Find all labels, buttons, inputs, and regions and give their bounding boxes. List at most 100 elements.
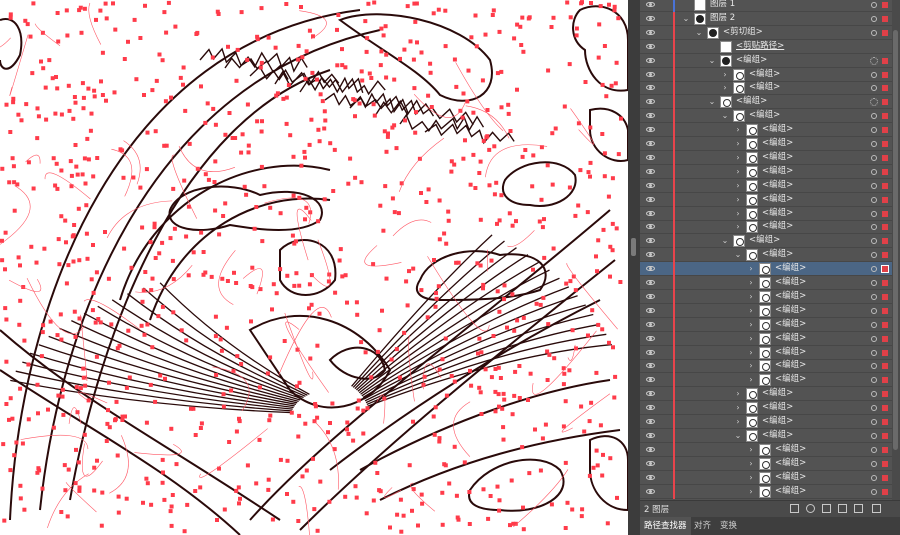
selection-square[interactable]	[882, 293, 888, 300]
target-icon[interactable]	[871, 71, 877, 78]
selection-square[interactable]	[882, 154, 888, 161]
target-icon[interactable]	[871, 280, 877, 286]
visibility-eye-icon[interactable]	[646, 210, 655, 216]
chevron-right-icon[interactable]: ›	[747, 459, 755, 468]
selection-square[interactable]	[882, 141, 888, 147]
selection-square[interactable]	[882, 99, 888, 106]
clipping-mask-icon[interactable]	[822, 504, 831, 513]
layer-row[interactable]: › <编组>	[640, 262, 900, 277]
selection-square[interactable]	[882, 405, 888, 412]
layer-name[interactable]: <编组>	[762, 387, 793, 400]
target-icon[interactable]	[871, 266, 877, 273]
layer-row[interactable]: › <编组>	[640, 123, 900, 138]
chevron-right-icon[interactable]: ›	[747, 278, 755, 287]
selection-square[interactable]	[882, 196, 888, 203]
visibility-eye-icon[interactable]	[646, 252, 655, 258]
layer-name[interactable]: <编组>	[736, 54, 767, 67]
layer-name[interactable]: <编组>	[775, 359, 806, 372]
target-icon[interactable]	[871, 127, 877, 134]
layer-row[interactable]: › <编组>	[640, 150, 900, 165]
visibility-eye-icon[interactable]	[646, 2, 655, 7]
layer-row[interactable]: › <编组>	[640, 345, 900, 360]
layer-name[interactable]: <编组>	[762, 401, 793, 414]
target-icon[interactable]	[871, 446, 877, 453]
layer-name[interactable]: <编组>	[762, 429, 793, 442]
visibility-eye-icon[interactable]	[646, 154, 655, 160]
layer-row[interactable]: › <编组>	[640, 470, 900, 485]
layer-name[interactable]: <编组>	[762, 207, 793, 220]
target-icon[interactable]	[871, 15, 877, 22]
chevron-right-icon[interactable]: ›	[734, 167, 742, 176]
layer-name[interactable]: <编组>	[775, 262, 806, 275]
layer-row[interactable]: › <编组>	[640, 359, 900, 374]
layer-row[interactable]: › <编组>	[640, 220, 900, 235]
selection-square[interactable]	[882, 210, 888, 217]
visibility-eye-icon[interactable]	[646, 85, 655, 91]
chevron-down-icon[interactable]: ⌄	[734, 431, 742, 440]
selection-square[interactable]	[882, 349, 888, 356]
selection-square[interactable]	[882, 280, 888, 286]
visibility-eye-icon[interactable]	[646, 43, 655, 49]
target-icon[interactable]	[870, 98, 878, 107]
chevron-right-icon[interactable]: ›	[734, 125, 742, 134]
target-icon[interactable]	[871, 377, 877, 384]
layer-name[interactable]: <编组>	[775, 471, 806, 484]
visibility-eye-icon[interactable]	[646, 15, 655, 21]
selection-square[interactable]	[882, 460, 888, 467]
visibility-eye-icon[interactable]	[646, 432, 655, 438]
selection-square[interactable]	[882, 488, 888, 495]
selection-square[interactable]	[882, 363, 888, 370]
chevron-right-icon[interactable]: ›	[734, 195, 742, 204]
chevron-right-icon[interactable]: ›	[747, 375, 755, 384]
visibility-eye-icon[interactable]	[646, 141, 655, 146]
visibility-eye-icon[interactable]	[646, 182, 655, 188]
layer-row[interactable]: ⌄ <编组>	[640, 95, 900, 110]
selection-square[interactable]	[882, 238, 888, 245]
layer-row[interactable]: › <编组>	[640, 178, 900, 193]
target-icon[interactable]	[871, 474, 877, 481]
chevron-right-icon[interactable]: ›	[734, 181, 742, 190]
layer-row[interactable]: <剪贴路径>	[640, 39, 900, 54]
layer-name[interactable]: <编组>	[749, 109, 780, 122]
layer-row[interactable]: › <编组>	[640, 276, 900, 290]
chevron-right-icon[interactable]: ›	[747, 320, 755, 329]
divider-grip[interactable]	[631, 238, 636, 256]
selection-square[interactable]	[882, 252, 888, 259]
target-icon[interactable]	[871, 307, 877, 314]
target-icon[interactable]	[871, 391, 877, 398]
visibility-eye-icon[interactable]	[646, 238, 655, 244]
visibility-eye-icon[interactable]	[646, 349, 655, 355]
target-icon[interactable]	[871, 224, 877, 231]
selection-square[interactable]	[882, 224, 888, 231]
visibility-eye-icon[interactable]	[646, 224, 655, 230]
target-icon[interactable]	[871, 405, 877, 412]
locate-object-icon[interactable]	[806, 504, 815, 513]
selection-square[interactable]	[882, 29, 888, 36]
chevron-right-icon[interactable]: ›	[747, 487, 755, 496]
chevron-right-icon[interactable]: ›	[734, 389, 742, 398]
layer-row[interactable]: › <编组>	[640, 387, 900, 402]
layer-name[interactable]: <编组>	[762, 137, 793, 150]
layer-name[interactable]: <编组>	[749, 234, 780, 247]
selection-square[interactable]	[882, 321, 888, 328]
layer-row[interactable]: › <编组>	[640, 192, 900, 207]
layer-row[interactable]: › <编组>	[640, 317, 900, 332]
target-icon[interactable]	[871, 488, 877, 495]
chevron-right-icon[interactable]: ›	[734, 417, 742, 426]
layer-row[interactable]: ⌄ <编组>	[640, 53, 900, 68]
layer-name[interactable]: <编组>	[775, 318, 806, 331]
selection-square[interactable]	[882, 71, 888, 78]
layer-row[interactable]: › <编组>	[640, 456, 900, 471]
layer-name[interactable]: <编组>	[762, 179, 793, 192]
phoenix-artwork[interactable]	[0, 0, 628, 535]
visibility-eye-icon[interactable]	[646, 321, 655, 327]
target-icon[interactable]	[871, 2, 877, 8]
visibility-eye-icon[interactable]	[646, 293, 655, 299]
layer-name[interactable]: <编组>	[775, 485, 806, 498]
chevron-right-icon[interactable]: ›	[734, 222, 742, 231]
layer-row[interactable]: ⌄ <编组>	[640, 428, 900, 443]
layer-row[interactable]: › <编组>	[640, 164, 900, 179]
artboard-canvas[interactable]	[0, 0, 628, 535]
layer-row[interactable]: › <编组>	[640, 442, 900, 457]
target-icon[interactable]	[871, 29, 877, 36]
